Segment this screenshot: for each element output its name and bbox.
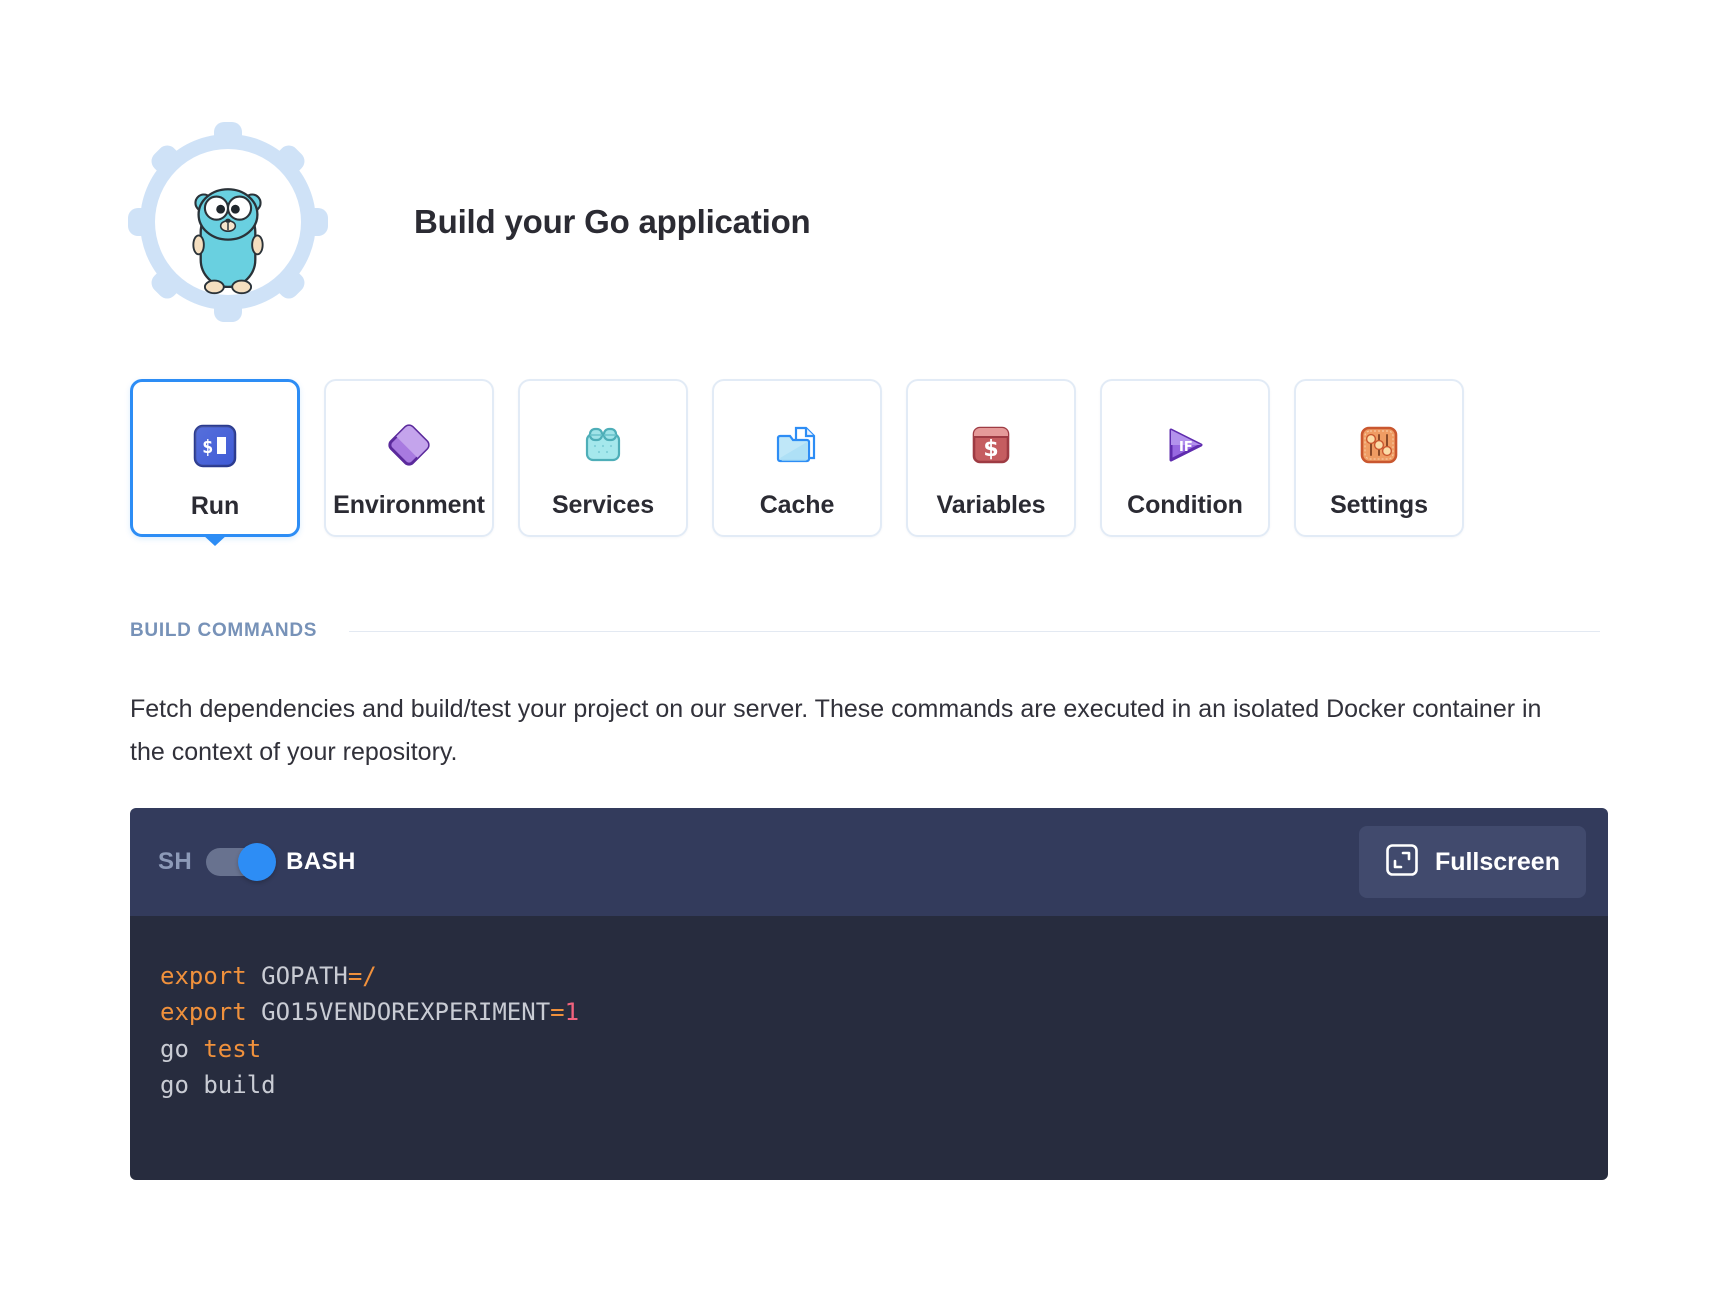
tab-label: Cache [760, 491, 835, 520]
build-commands-section-header: BUILD COMMANDS [130, 620, 1600, 642]
code-token: =/ [348, 962, 377, 990]
folder-file-icon [769, 417, 825, 473]
tab-label: Settings [1330, 491, 1428, 520]
code-line[interactable]: export GO15VENDOREXPERIMENT=1 [130, 994, 1608, 1030]
code-line[interactable]: go build [130, 1067, 1608, 1103]
dollar-box-icon: $ [963, 417, 1019, 473]
go-gopher-gear-icon [128, 122, 328, 322]
tab-label: Services [552, 491, 654, 520]
section-divider [349, 631, 1600, 632]
build-commands-editor: SH BASH Fullscreen export GOPATH=/e [130, 808, 1608, 1180]
section-title: BUILD COMMANDS [130, 620, 317, 642]
tab-label: Run [191, 492, 239, 521]
code-token: = [550, 998, 564, 1026]
code-token: export [160, 998, 247, 1026]
code-token: export [160, 962, 247, 990]
svg-text:IF: IF [1179, 440, 1193, 455]
page-title: Build your Go application [414, 203, 811, 241]
page-header: Build your Go application [128, 122, 811, 322]
code-editor-area[interactable]: export GOPATH=/export GO15VENDOREXPERIME… [130, 916, 1608, 1180]
shell-toggle[interactable] [206, 848, 272, 876]
expand-corners-icon [1385, 843, 1419, 882]
fullscreen-label: Fullscreen [1435, 848, 1560, 877]
tab-services[interactable]: Services [518, 379, 688, 537]
tab-run[interactable]: $ Run [130, 379, 300, 537]
sliders-box-icon [1351, 417, 1407, 473]
code-token: go build [160, 1071, 276, 1099]
purple-diamond-icon [381, 417, 437, 473]
tab-label: Variables [937, 491, 1046, 520]
tab-cache[interactable]: Cache [712, 379, 882, 537]
tab-settings[interactable]: Settings [1294, 379, 1464, 537]
terminal-prompt-icon: $ [187, 418, 243, 474]
editor-toolbar: SH BASH Fullscreen [130, 808, 1608, 916]
lego-brick-icon [575, 417, 631, 473]
build-config-page: Build your Go application $ [0, 0, 1712, 1312]
code-line[interactable]: export GOPATH=/ [130, 958, 1608, 994]
code-lines[interactable]: export GOPATH=/export GO15VENDOREXPERIME… [130, 958, 1608, 1104]
code-token: GO15VENDOREXPERIMENT [247, 998, 550, 1026]
fullscreen-button[interactable]: Fullscreen [1359, 826, 1586, 898]
tab-label: Condition [1127, 491, 1243, 520]
lang-sh-label[interactable]: SH [158, 848, 192, 876]
svg-text:$: $ [983, 437, 998, 462]
code-token: GOPATH [247, 962, 348, 990]
shell-language-switch[interactable]: SH BASH [158, 848, 356, 876]
section-description: Fetch dependencies and build/test your p… [130, 688, 1550, 774]
if-play-icon: IF [1157, 417, 1213, 473]
tab-label: Environment [333, 491, 485, 520]
tab-condition[interactable]: IF Condition [1100, 379, 1270, 537]
code-token: test [203, 1035, 261, 1063]
tab-environment[interactable]: Environment [324, 379, 494, 537]
code-token: 1 [565, 998, 579, 1026]
toggle-knob [238, 843, 276, 881]
config-tabs: $ Run Environment [130, 379, 1464, 537]
svg-text:$: $ [202, 436, 213, 458]
lang-bash-label[interactable]: BASH [286, 848, 356, 876]
code-line[interactable]: go test [130, 1031, 1608, 1067]
code-token: go [160, 1035, 203, 1063]
tab-variables[interactable]: $ Variables [906, 379, 1076, 537]
